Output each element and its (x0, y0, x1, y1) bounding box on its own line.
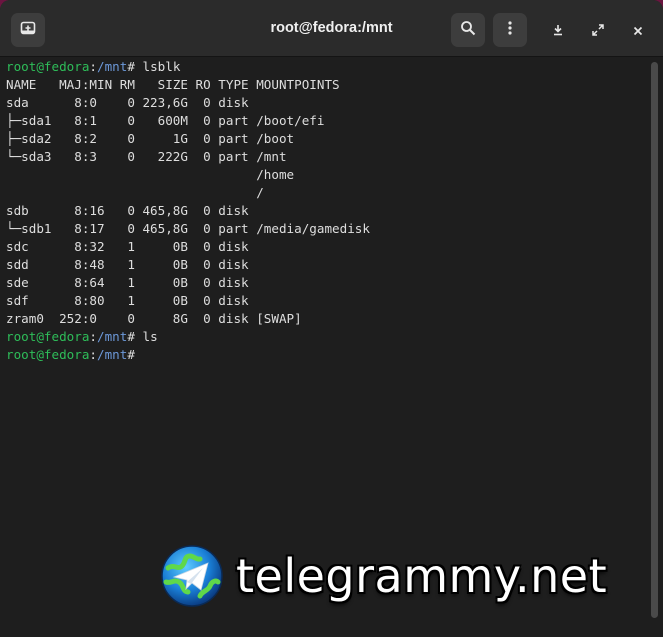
prompt-line: root@fedora:/mnt# ls (6, 328, 645, 346)
output-line: ├─sda1 8:1 0 600M 0 part /boot/efi (6, 113, 325, 128)
watermark: telegrammy.net (160, 544, 640, 608)
prompt-user: root@fedora (6, 329, 90, 344)
output-line: └─sda3 8:3 0 222G 0 part /mnt (6, 149, 287, 164)
output-line: /home (6, 167, 295, 182)
prompt-separator: : (89, 347, 97, 362)
output-line: sdd 8:48 1 0B 0 disk (6, 257, 257, 272)
output-line: sdf 8:80 1 0B 0 disk (6, 293, 257, 308)
output-line: sde 8:64 1 0B 0 disk (6, 275, 257, 290)
terminal-window: root@fedora:/mnt root@fedora:/mnt# lsblk… (0, 0, 663, 637)
kebab-menu-icon (502, 20, 518, 40)
prompt-path: /mnt (97, 59, 128, 74)
prompt-line: root@fedora:/mnt# (6, 346, 645, 364)
prompt-separator: : (89, 59, 97, 74)
minimize-icon (552, 21, 564, 40)
close-icon (633, 21, 643, 40)
search-button[interactable] (451, 13, 485, 47)
prompt-command: # ls (127, 329, 158, 344)
prompt-separator: : (89, 329, 97, 344)
search-icon (460, 20, 476, 40)
watermark-text: telegrammy.net (236, 549, 608, 603)
output-line: sdc 8:32 1 0B 0 disk (6, 239, 257, 254)
menu-button[interactable] (493, 13, 527, 47)
output-line: ├─sda2 8:2 0 1G 0 part /boot (6, 131, 295, 146)
new-tab-button[interactable] (11, 13, 45, 47)
prompt-path: /mnt (97, 329, 128, 344)
prompt-path: /mnt (97, 347, 128, 362)
close-button[interactable] (624, 13, 652, 47)
prompt-user: root@fedora (6, 347, 90, 362)
maximize-icon (592, 21, 604, 40)
prompt-command: # lsblk (127, 59, 181, 74)
header-bar: root@fedora:/mnt (0, 0, 663, 57)
output-line: zram0 252:0 0 8G 0 disk [SWAP] (6, 311, 302, 326)
prompt-user: root@fedora (6, 59, 90, 74)
output-line: / (6, 185, 264, 200)
globe-paper-plane-icon (160, 544, 224, 608)
new-tab-icon (20, 20, 36, 40)
output-line: sdb 8:16 0 465,8G 0 disk (6, 203, 257, 218)
minimize-button[interactable] (544, 13, 572, 47)
maximize-button[interactable] (584, 13, 612, 47)
output-line: sda 8:0 0 223,6G 0 disk (6, 95, 257, 110)
window-title: root@fedora:/mnt (270, 20, 393, 36)
prompt-command: # (127, 347, 135, 362)
scrollbar[interactable] (651, 62, 658, 618)
output-line: └─sdb1 8:17 0 465,8G 0 part /media/gamed… (6, 221, 370, 236)
output-line: NAME MAJ:MIN RM SIZE RO TYPE MOUNTPOINTS (6, 77, 340, 92)
prompt-line: root@fedora:/mnt# lsblk (6, 58, 645, 76)
